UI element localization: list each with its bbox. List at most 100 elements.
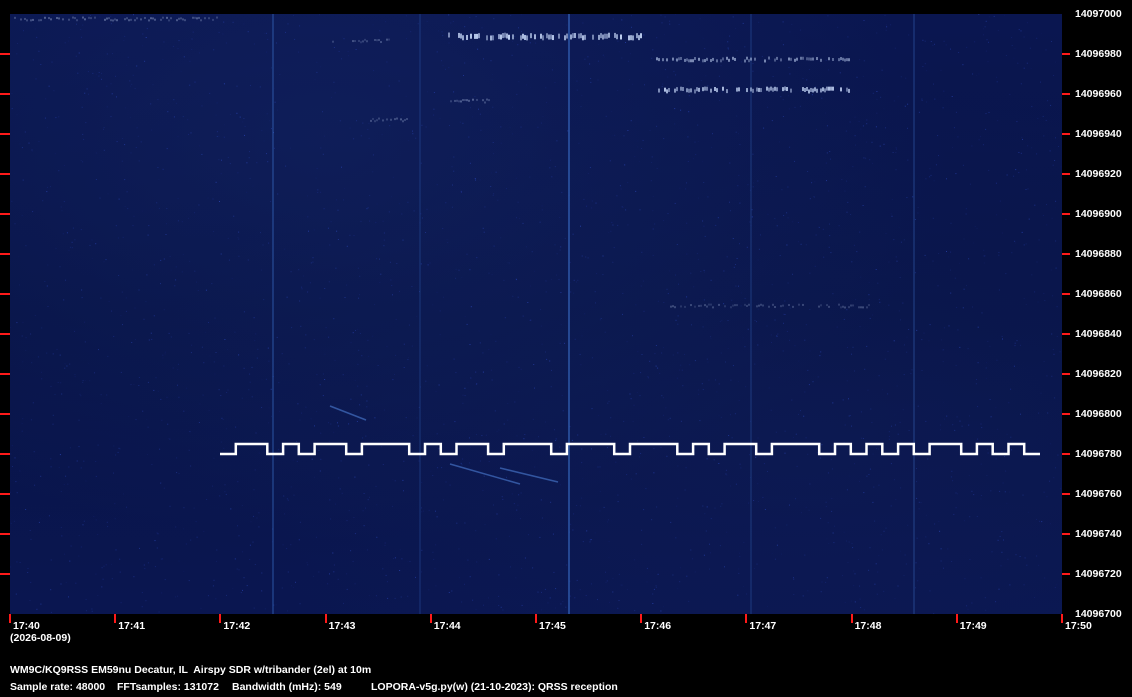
noise-speck <box>789 307 791 309</box>
noise-speck <box>177 48 179 50</box>
noise-speck <box>439 310 441 312</box>
noise-speck <box>895 169 897 171</box>
noise-speck <box>164 579 166 581</box>
time-tick-label: 17:47 <box>749 620 777 632</box>
noise-speck <box>135 419 137 421</box>
noise-speck <box>435 78 436 80</box>
noise-speck <box>368 137 370 139</box>
streak-segment <box>50 18 52 21</box>
streak-segment <box>124 18 126 21</box>
noise-speck <box>908 34 910 36</box>
noise-speck <box>38 521 40 523</box>
noise-speck <box>461 277 463 279</box>
noise-speck <box>957 136 959 138</box>
noise-speck <box>469 344 471 345</box>
noise-speck <box>876 91 878 92</box>
noise-speck <box>22 361 24 363</box>
streak-segment <box>598 34 600 40</box>
noise-speck <box>968 258 970 260</box>
noise-speck <box>243 577 245 579</box>
noise-speck <box>229 113 231 115</box>
noise-speck <box>608 541 610 542</box>
noise-speck <box>780 553 782 555</box>
noise-speck <box>41 327 43 329</box>
noise-speck <box>590 78 592 79</box>
noise-speck <box>950 476 952 478</box>
noise-speck <box>672 574 674 576</box>
noise-speck <box>766 325 768 327</box>
noise-speck <box>408 140 410 142</box>
streak-segment <box>584 34 586 40</box>
noise-speck <box>789 73 791 75</box>
noise-speck <box>383 245 385 247</box>
noise-speck <box>791 399 793 401</box>
noise-speck <box>883 108 885 110</box>
noise-speck <box>795 498 796 500</box>
noise-speck <box>807 453 809 455</box>
noise-speck <box>156 547 158 549</box>
noise-speck <box>800 243 802 245</box>
streak-segment <box>466 99 468 102</box>
noise-speck <box>1013 535 1015 537</box>
noise-speck <box>10 327 12 329</box>
noise-speck <box>530 319 532 321</box>
noise-speck <box>950 48 951 50</box>
noise-speck <box>819 355 821 357</box>
noise-speck <box>47 306 49 307</box>
noise-speck <box>247 259 249 261</box>
noise-speck <box>381 134 383 136</box>
noise-speck <box>738 174 740 176</box>
noise-speck <box>721 91 723 93</box>
noise-speck <box>589 167 591 168</box>
noise-speck <box>293 494 295 496</box>
noise-speck <box>47 264 49 266</box>
frequency-tick-right <box>1062 413 1070 415</box>
noise-speck <box>959 346 961 348</box>
noise-speck <box>458 548 460 550</box>
noise-speck <box>1055 137 1056 139</box>
noise-speck <box>853 585 855 587</box>
noise-speck <box>174 285 176 287</box>
noise-speck <box>852 166 854 168</box>
streak-segment <box>804 87 806 92</box>
noise-speck <box>206 499 208 500</box>
noise-speck <box>55 117 57 119</box>
streak-segment <box>656 57 658 61</box>
streak-segment <box>386 118 388 121</box>
noise-speck <box>1042 115 1044 117</box>
frequency-tick-left <box>0 573 10 575</box>
noise-speck <box>256 357 258 359</box>
drifting-signal <box>449 463 521 485</box>
noise-speck <box>10 522 12 524</box>
noise-speck <box>438 448 440 450</box>
noise-speck <box>652 231 654 233</box>
noise-speck <box>916 537 918 539</box>
noise-speck <box>336 230 338 232</box>
noise-speck <box>632 335 633 337</box>
noise-speck <box>318 571 320 573</box>
noise-speck <box>1045 119 1047 121</box>
noise-speck <box>416 315 418 317</box>
noise-speck <box>421 571 422 573</box>
streak-segment <box>752 88 754 93</box>
noise-speck <box>333 564 335 566</box>
noise-speck <box>918 501 920 503</box>
noise-speck <box>1014 242 1016 244</box>
streak-segment <box>370 119 372 122</box>
noise-speck <box>59 266 61 268</box>
noise-speck <box>1046 204 1047 206</box>
noise-speck <box>117 237 119 239</box>
noise-speck <box>126 191 128 193</box>
noise-speck <box>868 299 870 301</box>
noise-speck <box>36 608 38 610</box>
noise-speck <box>238 535 240 537</box>
noise-speck <box>481 27 483 29</box>
noise-speck <box>277 109 278 111</box>
frequency-tick-label: 14096960 <box>1075 88 1122 100</box>
noise-speck <box>540 122 542 124</box>
noise-speck <box>878 298 880 300</box>
noise-speck <box>846 211 848 213</box>
noise-speck <box>714 507 716 509</box>
noise-speck <box>662 83 664 85</box>
noise-speck <box>477 48 479 50</box>
